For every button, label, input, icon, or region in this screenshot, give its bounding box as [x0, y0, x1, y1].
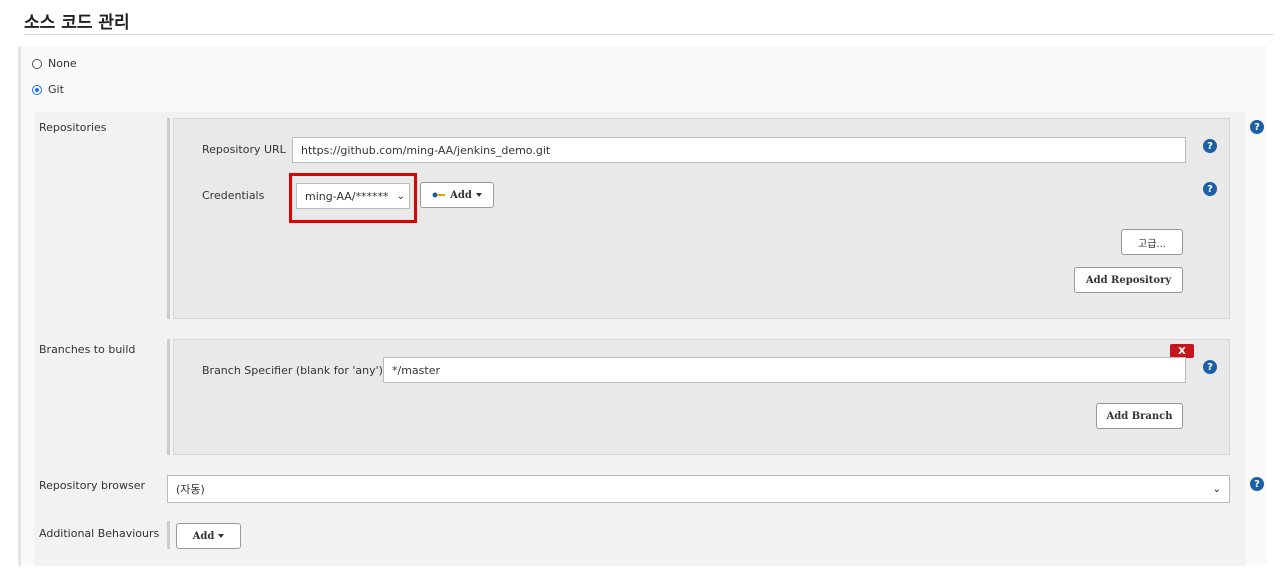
add-credentials-button[interactable]: Add	[420, 182, 494, 208]
question-icon[interactable]: ?	[1203, 360, 1217, 374]
chevron-down-icon: ⌄	[1212, 483, 1221, 495]
repository-browser-label: Repository browser	[39, 479, 145, 492]
caret-down-icon	[475, 193, 482, 197]
add-behaviour-button[interactable]: Add	[176, 523, 241, 549]
repositories-bar	[167, 118, 170, 319]
repository-browser-value: (자동)	[176, 483, 205, 496]
section-title: 소스 코드 관리	[24, 13, 130, 33]
credentials-select[interactable]: ming-AA/****** ⌄	[296, 183, 410, 209]
add-credentials-label: Add	[450, 189, 472, 201]
credentials-value: ming-AA/******	[305, 189, 389, 203]
question-icon[interactable]: ?	[1250, 120, 1264, 134]
radio-none-label: None	[48, 57, 77, 70]
title-divider	[24, 34, 1274, 35]
add-branch-button[interactable]: Add Branch	[1096, 403, 1183, 429]
scm-option-git[interactable]: Git	[32, 83, 64, 96]
chevron-down-icon: ⌄	[396, 190, 405, 202]
branches-bar	[167, 339, 170, 455]
caret-down-icon	[218, 534, 225, 538]
advanced-button[interactable]: 고급...	[1121, 229, 1183, 255]
repository-url-input[interactable]: https://github.com/ming-AA/jenkins_demo.…	[292, 137, 1186, 163]
key-icon	[432, 192, 446, 198]
repository-browser-select[interactable]: (자동) ⌄	[167, 475, 1230, 503]
add-repository-button[interactable]: Add Repository	[1074, 267, 1183, 293]
radio-git-label: Git	[48, 83, 64, 96]
credentials-label: Credentials	[202, 189, 265, 202]
question-icon[interactable]: ?	[1203, 182, 1217, 196]
branch-specifier-input[interactable]: */master	[383, 357, 1186, 383]
additional-behaviours-label: Additional Behaviours	[39, 527, 160, 540]
repository-url-label: Repository URL	[202, 143, 286, 156]
radio-git[interactable]	[32, 84, 42, 95]
repositories-label: Repositories	[39, 121, 107, 134]
question-icon[interactable]: ?	[1250, 477, 1264, 491]
branches-label: Branches to build	[39, 343, 136, 356]
radio-none[interactable]	[32, 58, 42, 69]
add-behaviour-label: Add	[192, 530, 215, 542]
question-icon[interactable]: ?	[1203, 139, 1217, 153]
delete-branch-button[interactable]: X	[1170, 344, 1194, 358]
scm-option-none[interactable]: None	[32, 57, 77, 70]
additional-behaviours-bar	[167, 521, 170, 549]
branch-specifier-label: Branch Specifier (blank for 'any')	[202, 364, 383, 377]
